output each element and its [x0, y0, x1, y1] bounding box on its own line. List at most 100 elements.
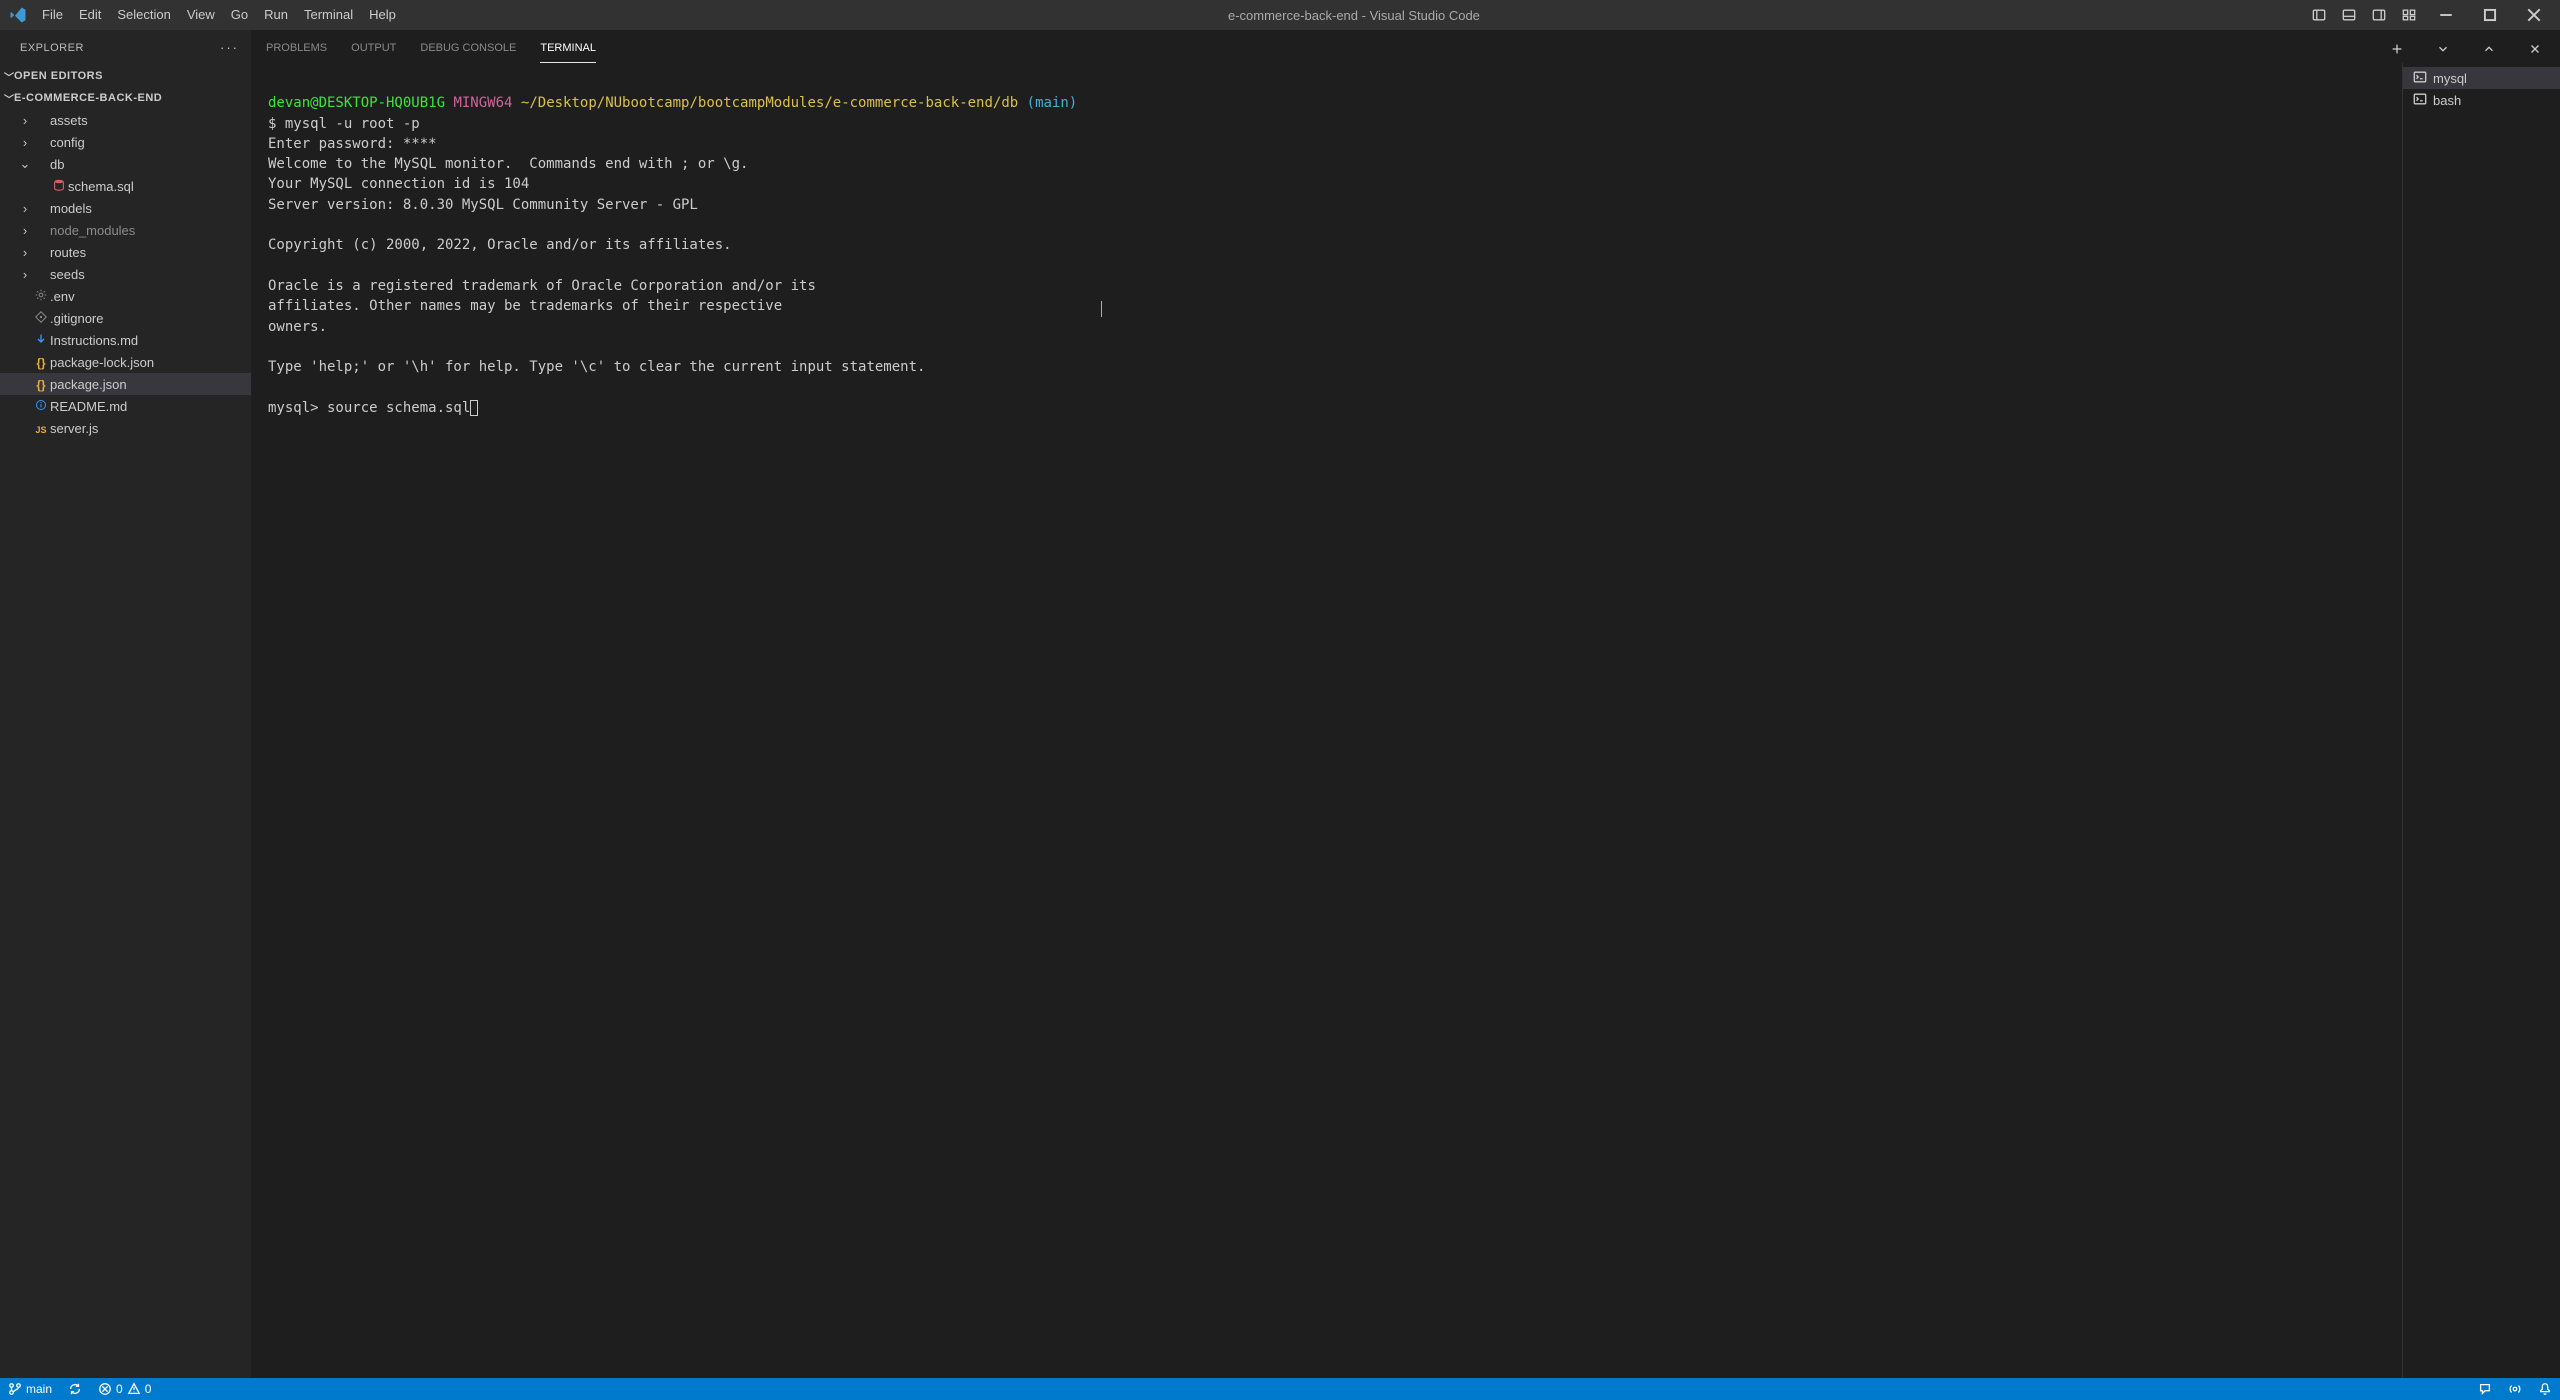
terminal-row: devan@DESKTOP-HQ0UB1G MINGW64 ~/Desktop/… [252, 63, 2560, 1378]
menu-view[interactable]: View [179, 0, 223, 30]
file-icon [50, 178, 68, 195]
tree-item-label: config [50, 135, 85, 150]
prompt-line: devan@DESKTOP-HQ0UB1G MINGW64 ~/Desktop/… [268, 95, 1077, 111]
tree-item-label: .gitignore [50, 311, 103, 326]
project-header[interactable]: ﹀ E-COMMERCE-BACK-END [0, 87, 251, 109]
terminal-icon [2413, 70, 2427, 87]
file-item[interactable]: .env [0, 285, 251, 307]
terminal-item-mysql[interactable]: mysql [2403, 67, 2560, 89]
chevron-down-icon: ﹀ [4, 91, 14, 106]
tab-debug-console[interactable]: DEBUG CONSOLE [420, 34, 516, 62]
open-editors-label: OPEN EDITORS [14, 70, 103, 82]
minimize-window-button[interactable] [2424, 0, 2468, 30]
tree-item-label: README.md [50, 399, 127, 414]
chevron-right-icon: › [18, 245, 32, 260]
chevron-right-icon: › [18, 201, 32, 216]
folder-item[interactable]: ›node_modules [0, 219, 251, 241]
window-title: e-commerce-back-end - Visual Studio Code [404, 8, 2304, 23]
file-icon [32, 399, 50, 414]
menu-selection[interactable]: Selection [109, 0, 178, 30]
status-feedback-icon[interactable] [2470, 1378, 2500, 1400]
terminal-line: Your MySQL connection id is 104 [268, 176, 529, 192]
app-body: EXPLORER ··· ﹀ OPEN EDITORS ﹀ E-COMMERCE… [0, 30, 2560, 1378]
tree-item-label: package-lock.json [50, 355, 154, 370]
folder-item[interactable]: ›models [0, 197, 251, 219]
menu-run[interactable]: Run [256, 0, 296, 30]
status-problems[interactable]: 0 0 [90, 1378, 159, 1400]
file-item[interactable]: README.md [0, 395, 251, 417]
status-bar: main 0 0 [0, 1378, 2560, 1400]
terminal-line: affiliates. Other names may be trademark… [268, 298, 782, 314]
prompt-branch: (main) [1027, 95, 1078, 111]
terminal-list: mysql bash [2402, 63, 2560, 1378]
file-tree[interactable]: ›assets › config ⌄dbschema.sql›models›node_… [0, 109, 251, 1378]
folder-item[interactable]: ⌄db [0, 153, 251, 175]
chevron-right-icon: › [18, 267, 32, 282]
menu-terminal[interactable]: Terminal [296, 0, 361, 30]
branch-name: main [26, 1382, 52, 1396]
status-bar-right [2470, 1378, 2560, 1400]
file-item[interactable]: {}package.json [0, 373, 251, 395]
file-icon: {} [32, 355, 50, 370]
tree-item-label: Instructions.md [50, 333, 138, 348]
menu-bar: File Edit Selection View Go Run Terminal… [34, 0, 404, 30]
close-panel-icon[interactable] [2524, 38, 2546, 60]
new-terminal-menu-icon[interactable] [2432, 38, 2454, 60]
error-count: 0 [116, 1382, 123, 1396]
maximize-window-button[interactable] [2468, 0, 2512, 30]
chevron-down-icon: ﹀ [4, 69, 14, 84]
tab-output[interactable]: OUTPUT [351, 34, 396, 62]
menu-edit[interactable]: Edit [71, 0, 109, 30]
file-item[interactable]: JSserver.js [0, 417, 251, 439]
status-broadcast-icon[interactable] [2500, 1378, 2530, 1400]
terminal-line: owners. [268, 319, 327, 335]
terminal-cursor [470, 400, 478, 416]
customize-layout-icon[interactable] [2394, 0, 2424, 30]
chevron-right-icon: › [18, 135, 32, 150]
menu-go[interactable]: Go [223, 0, 256, 30]
terminal-item-bash[interactable]: bash [2403, 89, 2560, 111]
file-icon: {} [32, 377, 50, 392]
folder-item[interactable]: ›assets [0, 109, 251, 131]
terminal-input-line: mysql> source schema.sql [268, 400, 478, 416]
toggle-secondary-sidebar-icon[interactable] [2364, 0, 2394, 30]
explorer-header: EXPLORER ··· [0, 30, 251, 65]
toggle-panel-icon[interactable] [2334, 0, 2364, 30]
file-item[interactable]: schema.sql [0, 175, 251, 197]
file-item[interactable]: Instructions.md [0, 329, 251, 351]
maximize-panel-icon[interactable] [2478, 38, 2500, 60]
explorer-more-icon[interactable]: ··· [220, 40, 239, 55]
file-icon: JS [32, 421, 50, 436]
file-item[interactable]: .gitignore [0, 307, 251, 329]
menu-help[interactable]: Help [361, 0, 404, 30]
tree-item-label: .env [50, 289, 75, 304]
chevron-down-icon: ⌄ [18, 156, 32, 172]
new-terminal-icon[interactable] [2386, 38, 2408, 60]
file-icon [32, 311, 50, 326]
close-window-button[interactable] [2512, 0, 2556, 30]
folder-item[interactable]: › config [0, 131, 251, 153]
menu-file[interactable]: File [34, 0, 71, 30]
warning-count: 0 [145, 1382, 152, 1396]
open-editors-header[interactable]: ﹀ OPEN EDITORS [0, 65, 251, 87]
file-item[interactable]: {}package-lock.json [0, 351, 251, 373]
file-icon [32, 333, 50, 348]
status-notifications-icon[interactable] [2530, 1378, 2560, 1400]
prompt-sys: MINGW64 [453, 95, 512, 111]
folder-item[interactable]: › seeds [0, 263, 251, 285]
status-branch[interactable]: main [0, 1378, 60, 1400]
terminal-line: Oracle is a registered trademark of Orac… [268, 278, 816, 294]
tab-terminal[interactable]: TERMINAL [540, 34, 596, 63]
terminal-output[interactable]: devan@DESKTOP-HQ0UB1G MINGW64 ~/Desktop/… [252, 63, 2402, 1378]
explorer-sidebar: EXPLORER ··· ﹀ OPEN EDITORS ﹀ E-COMMERCE… [0, 30, 252, 1378]
toggle-primary-sidebar-icon[interactable] [2304, 0, 2334, 30]
tab-problems[interactable]: PROBLEMS [266, 34, 327, 62]
terminal-line: $ mysql -u root -p [268, 116, 420, 132]
terminal-line: Copyright (c) 2000, 2022, Oracle and/or … [268, 237, 732, 253]
folder-item[interactable]: ›routes [0, 241, 251, 263]
terminal-line: Server version: 8.0.30 MySQL Community S… [268, 197, 698, 213]
status-sync[interactable] [60, 1378, 90, 1400]
file-icon [32, 289, 50, 304]
tree-item-label: seeds [50, 267, 85, 282]
terminal-line: Welcome to the MySQL monitor. Commands e… [268, 156, 748, 172]
